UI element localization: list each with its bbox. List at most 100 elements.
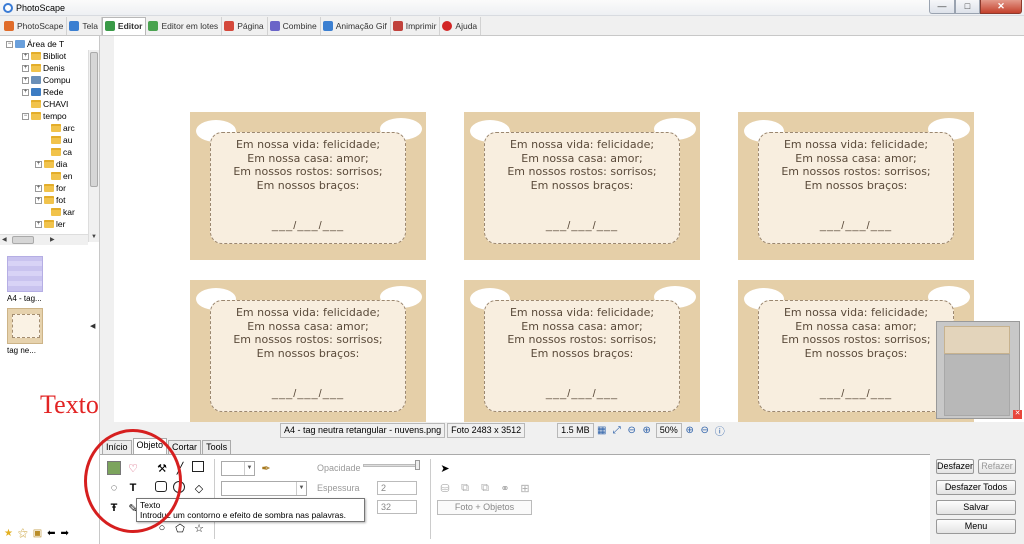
opacity-slider-thumb[interactable] <box>415 460 420 470</box>
tab-ajuda[interactable]: Ajuda <box>440 16 482 35</box>
expand-icon[interactable]: + <box>35 160 42 168</box>
pentagon-icon[interactable]: ⬠ <box>173 521 187 535</box>
rectangle-icon[interactable] <box>192 461 204 472</box>
maximize-button[interactable]: □ <box>955 0 980 14</box>
opacity-slider-track[interactable] <box>363 464 419 467</box>
zoom-actual-icon[interactable]: ⊕ <box>641 424 653 436</box>
tree-horizontal-scrollbar[interactable]: ◀ ▶ <box>0 234 88 245</box>
tree-item[interactable]: + for <box>35 182 66 194</box>
tab-combine[interactable]: Combine <box>268 16 321 35</box>
tree-item[interactable]: + Compu <box>22 74 70 86</box>
menu-button[interactable]: Menu <box>936 519 1016 534</box>
expand-icon[interactable]: + <box>35 220 42 228</box>
group-icon[interactable]: ⚭ <box>498 481 512 495</box>
undo-all-button[interactable]: Desfazer Todos <box>936 480 1016 495</box>
collapse-icon[interactable]: − <box>6 40 13 48</box>
zoom-in-icon[interactable]: ⊕ <box>684 424 696 436</box>
close-navigator-icon[interactable]: ✕ <box>1013 410 1022 419</box>
tree-item[interactable]: + Bibliot <box>22 50 66 62</box>
thickness-stepper[interactable]: 2 <box>377 481 417 495</box>
expand-icon[interactable]: + <box>22 52 29 60</box>
layer-icon[interactable]: ⛁ <box>438 481 452 495</box>
tree-item[interactable]: arc <box>42 122 75 134</box>
desktop-icon <box>15 40 25 48</box>
info-icon[interactable]: ⓘ <box>714 424 726 438</box>
collapse-panel-icon[interactable]: ◀ <box>90 322 95 330</box>
zoom-out-icon[interactable]: ⊖ <box>699 424 711 436</box>
tooltip-text: Introduz um contorno e efeito de sombra … <box>140 510 347 520</box>
tree-item[interactable]: + ler <box>35 218 65 230</box>
expand-icon[interactable]: + <box>22 64 29 72</box>
send-back-icon[interactable]: ⧉ <box>478 481 492 495</box>
tree-item[interactable]: CHAVI <box>22 98 68 110</box>
navigator-minimap[interactable] <box>936 321 1020 419</box>
open-folder-icon[interactable]: ▣ <box>33 528 42 539</box>
diamond-icon[interactable]: ◇ <box>192 481 206 495</box>
tree-item[interactable]: + Rede <box>22 86 63 98</box>
folder-icon <box>51 208 61 216</box>
save-button[interactable]: Salvar <box>936 500 1016 515</box>
star-shape-icon[interactable]: ☆ <box>192 521 206 535</box>
thumbnail-item[interactable]: A4 - tag... <box>7 256 47 303</box>
tree-item[interactable]: + dia <box>35 158 67 170</box>
tab-animacao-gif[interactable]: Animação Gif <box>321 16 391 35</box>
close-button[interactable]: ✕ <box>980 0 1022 14</box>
zoom-out-icon[interactable]: ⊖ <box>626 424 638 436</box>
select-cursor-icon[interactable]: ➤ <box>438 461 452 475</box>
tree-item[interactable]: ca <box>42 146 72 158</box>
scroll-left-icon[interactable]: ◀ <box>2 236 7 243</box>
align-icon[interactable]: ⊞ <box>518 481 532 495</box>
gif-icon <box>322 20 333 31</box>
collapse-icon[interactable]: − <box>22 112 29 120</box>
star-icon[interactable]: ★ <box>4 528 13 539</box>
folder-icon <box>31 100 41 108</box>
photo-objects-button[interactable]: Foto + Objetos <box>437 500 532 515</box>
checker-icon[interactable]: ▦ <box>596 424 608 436</box>
redo-button[interactable]: Refazer <box>978 459 1016 474</box>
tab-editor-em-lotes[interactable]: Editor em lotes <box>146 16 223 35</box>
bring-front-icon[interactable]: ⧉ <box>458 481 472 495</box>
folder-icon <box>51 136 61 144</box>
font-dropdown[interactable]: ▼ <box>221 481 307 496</box>
tab-pagina[interactable]: Página <box>222 16 268 35</box>
undo-button[interactable]: Desfazer <box>936 459 974 474</box>
expand-icon[interactable]: + <box>35 184 42 192</box>
tag-card: Em nossa vida: felicidade; Em nossa casa:… <box>738 112 974 260</box>
scroll-thumb[interactable] <box>12 236 34 244</box>
minimize-button[interactable]: — <box>929 0 955 14</box>
folder-star-icon[interactable]: ⚝ <box>18 528 28 539</box>
back-arrow-icon[interactable]: ⬅ <box>47 528 55 539</box>
expand-icon[interactable]: + <box>22 76 29 84</box>
tab-imprimir[interactable]: Imprimir <box>391 16 441 35</box>
tree-vertical-scrollbar[interactable]: ▼ <box>88 50 99 242</box>
tag-text: Em nossa vida: felicidade; Em nossa casa:… <box>507 138 657 192</box>
minimap-viewport[interactable] <box>944 326 1010 354</box>
tab-photoscape[interactable]: PhotoScape <box>2 16 68 35</box>
tab-editor[interactable]: Editor <box>101 16 147 35</box>
tag-date: ___/___/___ <box>271 220 345 232</box>
scroll-down-icon[interactable]: ▼ <box>91 234 97 240</box>
thumbnail-item[interactable]: tag ne... <box>7 308 47 355</box>
tab-tela[interactable]: Tela <box>67 16 102 35</box>
forward-arrow-icon[interactable]: ➡ <box>61 528 69 539</box>
tree-item[interactable]: en <box>42 170 72 182</box>
folder-icon <box>44 196 54 204</box>
tree-item[interactable]: + fot <box>35 194 65 206</box>
size-stepper[interactable]: 32 <box>377 500 417 514</box>
tree-item[interactable]: − tempo <box>22 110 67 122</box>
tree-item-root[interactable]: − Área de T <box>6 38 64 50</box>
tool-tab-tools[interactable]: Tools <box>202 440 232 454</box>
line-style-dropdown[interactable]: ▼ <box>221 461 255 476</box>
thumbnail-label: tag ne... <box>7 346 36 355</box>
scroll-thumb[interactable] <box>90 52 98 187</box>
fit-screen-icon[interactable]: ⤢ <box>611 424 623 436</box>
tree-item[interactable]: kar <box>42 206 75 218</box>
tree-item[interactable]: + Denis <box>22 62 65 74</box>
expand-icon[interactable]: + <box>35 196 42 204</box>
tree-item[interactable]: au <box>42 134 72 146</box>
scroll-right-icon[interactable]: ▶ <box>50 236 55 243</box>
expand-icon[interactable]: + <box>22 88 29 96</box>
eyedropper-icon[interactable]: ✒ <box>259 461 273 475</box>
image-canvas[interactable]: Em nossa vida: felicidade; Em nossa casa:… <box>114 36 1024 422</box>
chevron-down-icon: ▼ <box>244 462 254 475</box>
